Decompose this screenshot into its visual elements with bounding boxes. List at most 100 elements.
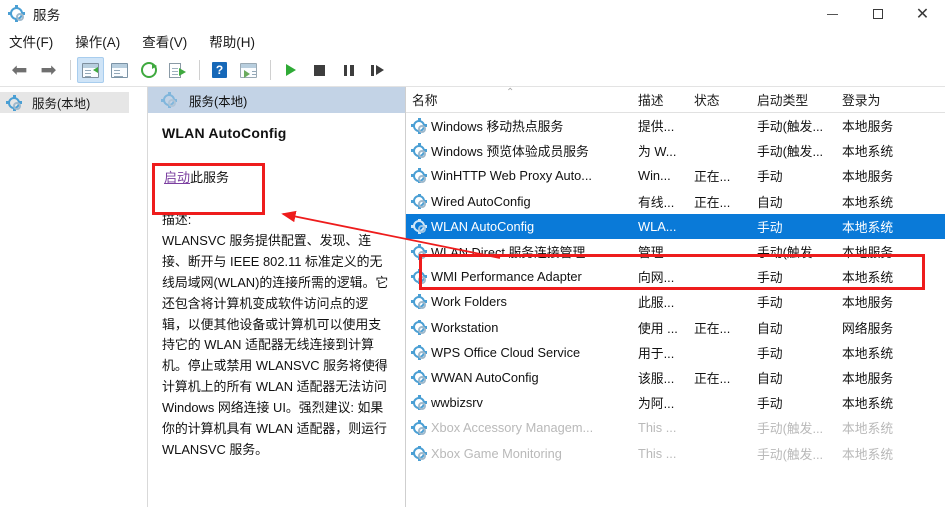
close-button[interactable]: ✕	[900, 0, 945, 28]
minimize-button[interactable]	[810, 0, 855, 28]
sort-ascending-icon: ⌃	[506, 88, 514, 98]
service-name-heading: WLAN AutoConfig	[162, 125, 405, 141]
cell-service-name: Workstation	[406, 320, 638, 335]
show-action-pane-button[interactable]	[235, 57, 262, 83]
column-log-on-as[interactable]: 登录为	[842, 90, 932, 112]
back-button[interactable]: ⬅	[6, 57, 33, 83]
table-row[interactable]: Work Folders此服...手动本地服务	[406, 289, 945, 314]
forward-button[interactable]: ➡	[35, 57, 62, 83]
table-row[interactable]: WLAN AutoConfigWLA...手动本地系统	[406, 214, 945, 239]
table-row[interactable]: WinHTTP Web Proxy Auto...Win...正在...手动本地…	[406, 163, 945, 188]
cell-startup-type: 手动(触发...	[757, 141, 842, 160]
service-gear-icon	[412, 219, 426, 233]
table-row[interactable]: WWAN AutoConfig该服...正在...自动本地服务	[406, 365, 945, 390]
cell-startup-type: 手动	[757, 217, 842, 236]
service-action-line: 启动此服务	[164, 167, 405, 186]
description-label: 描述:	[162, 210, 391, 231]
menu-view[interactable]: 查看(V)	[142, 29, 197, 53]
refresh-button[interactable]	[135, 57, 162, 83]
cell-status: 正在...	[694, 368, 757, 387]
stop-service-button[interactable]	[306, 57, 333, 83]
cell-startup-type: 手动	[757, 343, 842, 362]
cell-startup-type: 自动	[757, 192, 842, 211]
cell-description: 管理...	[638, 242, 694, 261]
table-row[interactable]: wwbizsrv为阿...手动本地系统	[406, 390, 945, 415]
service-gear-icon	[412, 370, 426, 384]
column-startup-type[interactable]: 启动类型	[757, 90, 842, 112]
start-service-link[interactable]: 启动	[164, 170, 190, 185]
cell-startup-type: 手动	[757, 292, 842, 311]
export-list-icon	[169, 63, 186, 78]
action-pane-icon	[240, 63, 257, 78]
cell-startup-type: 手动(触发...	[757, 242, 842, 261]
column-description[interactable]: 描述	[638, 90, 694, 112]
refresh-icon	[141, 62, 157, 78]
pause-icon	[344, 65, 354, 76]
menu-file[interactable]: 文件(F)	[9, 29, 63, 53]
menu-action[interactable]: 操作(A)	[75, 29, 130, 53]
results-pane: 服务(本地) WLAN AutoConfig 启动此服务 描述: WLANSVC…	[148, 87, 945, 507]
show-hide-console-tree-button[interactable]	[77, 57, 104, 83]
table-row[interactable]: Wired AutoConfig有线...正在...自动本地系统	[406, 189, 945, 214]
services-gear-icon	[7, 96, 21, 110]
cell-startup-type: 自动	[757, 368, 842, 387]
cell-log-on-as: 本地系统	[842, 418, 932, 437]
table-row[interactable]: Xbox Game MonitoringThis ...手动(触发...本地系统	[406, 440, 945, 465]
properties-icon	[111, 63, 128, 78]
column-name[interactable]: 名称	[406, 90, 638, 112]
maximize-button[interactable]	[855, 0, 900, 28]
sidebar-item-label: 服务(本地)	[32, 93, 90, 112]
play-icon	[286, 64, 296, 76]
cell-description: This ...	[638, 420, 694, 435]
table-row[interactable]: Windows 预览体验成员服务为 W... 手动(触发...本地系统	[406, 138, 945, 163]
table-row[interactable]: Xbox Accessory Managem...This ...手动(触发..…	[406, 415, 945, 440]
cell-service-name: Xbox Accessory Managem...	[406, 420, 638, 435]
restart-service-button[interactable]	[364, 57, 391, 83]
title-bar: 服务 ✕	[0, 0, 945, 28]
cell-service-name: Work Folders	[406, 294, 638, 309]
table-row[interactable]: WLAN Direct 服务连接管理...管理...手动(触发...本地服务	[406, 239, 945, 264]
cell-description: 该服...	[638, 368, 694, 387]
cell-service-name: WinHTTP Web Proxy Auto...	[406, 168, 638, 183]
start-service-button[interactable]	[277, 57, 304, 83]
export-list-button[interactable]	[164, 57, 191, 83]
detail-tab-header[interactable]: 服务(本地)	[148, 87, 405, 113]
cell-service-name: Wired AutoConfig	[406, 194, 638, 209]
arrow-left-icon: ⬅	[12, 61, 28, 80]
service-gear-icon	[412, 421, 426, 435]
cell-log-on-as: 本地服务	[842, 166, 932, 185]
cell-log-on-as: 本地系统	[842, 393, 932, 412]
cell-description: 使用 ...	[638, 318, 694, 337]
cell-service-name: Windows 预览体验成员服务	[406, 141, 638, 160]
service-gear-icon	[412, 295, 426, 309]
cell-description: WLA...	[638, 219, 694, 234]
table-row[interactable]: WMI Performance Adapter向网...手动本地系统	[406, 264, 945, 289]
cell-startup-type: 手动	[757, 267, 842, 286]
main-content: 服务(本地) 服务(本地) WLAN AutoCo	[0, 87, 945, 507]
resume-icon	[371, 65, 385, 76]
cell-log-on-as: 本地系统	[842, 141, 932, 160]
menu-help[interactable]: 帮助(H)	[209, 29, 265, 53]
window-controls: ✕	[810, 0, 945, 28]
stop-icon	[314, 65, 325, 76]
table-row[interactable]: Windows 移动热点服务提供...手动(触发...本地服务	[406, 113, 945, 138]
cell-description: Win...	[638, 168, 694, 183]
cell-service-name: WWAN AutoConfig	[406, 370, 638, 385]
service-gear-icon	[412, 396, 426, 410]
cell-description: 向网...	[638, 267, 694, 286]
column-status[interactable]: 状态	[694, 90, 757, 112]
arrow-right-icon: ➡	[41, 61, 57, 80]
cell-service-name: WLAN AutoConfig	[406, 219, 638, 234]
table-row[interactable]: Workstation使用 ...正在...自动网络服务	[406, 315, 945, 340]
console-tree-icon	[82, 63, 99, 78]
properties-button[interactable]	[106, 57, 133, 83]
cell-description: 为 W...	[638, 141, 694, 160]
table-row[interactable]: WPS Office Cloud Service用于...手动本地系统	[406, 340, 945, 365]
sidebar-item-services-local[interactable]: 服务(本地)	[0, 92, 129, 113]
help-button[interactable]: ?	[206, 57, 233, 83]
pause-service-button[interactable]	[335, 57, 362, 83]
toolbar-separator	[70, 60, 71, 80]
cell-log-on-as: 本地系统	[842, 444, 932, 463]
service-gear-icon	[412, 194, 426, 208]
service-gear-icon	[412, 345, 426, 359]
